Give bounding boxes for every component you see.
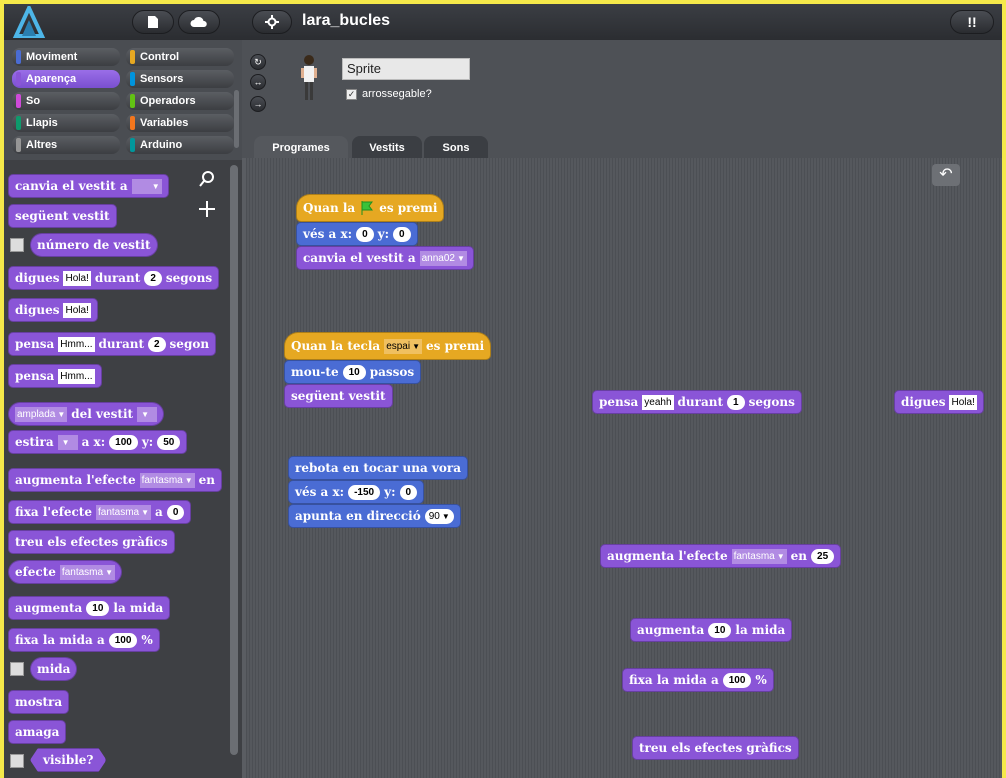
project-title: lara_bucles — [302, 12, 391, 29]
sprite-corral-header: ↻ ↔ → Sprite ✓ arrossegable? Programes V… — [242, 40, 1002, 158]
add-block-icon[interactable] — [198, 200, 216, 218]
block-effect-reporter[interactable]: efecte fantasma ▼ — [8, 560, 122, 584]
main-area: ↻ ↔ → Sprite ✓ arrossegable? Programes V… — [242, 40, 1002, 778]
app-window: lara_bucles !! Moviment Control Aparença… — [0, 0, 1006, 778]
arrow-right-icon: → — [253, 99, 263, 109]
category-arduino[interactable]: Arduino — [126, 136, 234, 154]
undo-icon: ↶ — [939, 166, 953, 183]
block-palette: canvia el vestit a ▼ següent vestit númer… — [4, 160, 242, 778]
block-when-flag-clicked[interactable]: Quan la es premi — [296, 194, 445, 222]
scripting-area[interactable]: ↶ Quan la es premi vés a x: 0 y: 0 canvia el… — [246, 158, 1002, 778]
block-change-effect[interactable]: augmenta l'efecte fantasma ▼ en 25 — [600, 544, 842, 568]
palette-scrollbar[interactable] — [230, 165, 238, 755]
stage-icon: !! — [967, 14, 977, 30]
snap-logo-icon[interactable] — [12, 6, 46, 38]
block-bounce-on-edge[interactable]: rebota en tocar una vora — [288, 456, 468, 480]
category-pen[interactable]: Llapis — [12, 114, 120, 132]
sprite-name-field[interactable]: Sprite — [342, 58, 470, 80]
block-think-for-secs[interactable]: pensa Hmm... durant 2 segon — [8, 332, 217, 356]
block-say[interactable]: digues Hola! — [8, 298, 98, 322]
cloud-icon — [190, 16, 207, 27]
tab-sounds[interactable]: Sons — [424, 136, 488, 158]
block-when-key-pressed[interactable]: Quan la tecla espai ▼ es premi — [284, 332, 492, 360]
left-right-icon: ↔ — [253, 77, 263, 87]
block-costume-attribute[interactable]: amplada ▼ del vestit ▼ — [8, 402, 165, 426]
category-operators[interactable]: Operadors — [126, 92, 234, 110]
category-looks[interactable]: Aparença — [12, 70, 120, 88]
block-stretch[interactable]: estira ▼ a x: 100 y: 50 — [8, 430, 188, 454]
category-control[interactable]: Control — [126, 48, 234, 66]
block-set-size[interactable]: fixa la mida a 100% — [622, 668, 774, 692]
tab-costumes[interactable]: Vestits — [352, 136, 422, 158]
stage-size-button[interactable]: !! — [950, 10, 994, 34]
block-set-size[interactable]: fixa la mida a 100% — [8, 628, 160, 652]
sprite-thumbnail — [301, 55, 317, 100]
category-variables[interactable]: Variables — [126, 114, 234, 132]
green-flag-icon — [361, 201, 374, 215]
category-sensing[interactable]: Sensors — [126, 70, 234, 88]
draggable-checkbox[interactable]: ✓ — [346, 89, 357, 100]
file-icon — [148, 16, 158, 28]
block-next-costume[interactable]: següent vestit — [284, 384, 393, 408]
cloud-menu-button[interactable] — [178, 10, 220, 34]
tab-scripts[interactable]: Programes — [254, 136, 348, 158]
block-change-size[interactable]: augmenta 10 la mida — [8, 596, 171, 620]
file-menu-button[interactable] — [132, 10, 174, 34]
watcher-checkbox[interactable] — [10, 754, 24, 768]
block-visible-predicate[interactable]: visible? — [30, 748, 106, 772]
category-selector: Moviment Control Aparença Sensors So Ope… — [4, 40, 242, 158]
rotate-icon: ↻ — [254, 57, 262, 67]
block-size-reporter[interactable]: mida — [30, 657, 78, 681]
block-go-to-xy[interactable]: vés a x: 0 y: 0 — [296, 222, 418, 246]
block-say[interactable]: digues Hola! — [894, 390, 984, 414]
rotation-style-none-button[interactable]: → — [250, 96, 266, 112]
settings-menu-button[interactable] — [252, 10, 292, 34]
category-scrollbar[interactable] — [234, 90, 239, 148]
watcher-checkbox[interactable] — [10, 238, 24, 252]
block-clear-effects[interactable]: treu els efectes gràfics — [8, 530, 175, 554]
block-change-effect[interactable]: augmenta l'efecte fantasma ▼ en — [8, 468, 223, 492]
block-show[interactable]: mostra — [8, 690, 70, 714]
category-other[interactable]: Altres — [12, 136, 120, 154]
search-icon[interactable] — [198, 170, 216, 188]
block-go-to-xy[interactable]: vés a x: -150 y: 0 — [288, 480, 425, 504]
block-hide[interactable]: amaga — [8, 720, 67, 744]
draggable-label: arrossegable? — [362, 88, 432, 100]
undo-button[interactable]: ↶ — [932, 164, 960, 186]
block-think[interactable]: pensa Hmm... — [8, 364, 102, 388]
rotation-style-lr-button[interactable]: ↔ — [250, 74, 266, 90]
block-switch-costume[interactable]: canvia el vestit a ▼ — [8, 174, 169, 198]
block-switch-costume[interactable]: canvia el vestit a anna02 ▼ — [296, 246, 474, 270]
category-motion[interactable]: Moviment — [12, 48, 120, 66]
block-point-in-direction[interactable]: apunta en direcció 90 ▼ — [288, 504, 461, 528]
top-bar: lara_bucles !! — [4, 4, 1002, 40]
rotation-style-any-button[interactable]: ↻ — [250, 54, 266, 70]
block-change-size[interactable]: augmenta 10 la mida — [630, 618, 793, 642]
block-move-steps[interactable]: mou-te 10 passos — [284, 360, 422, 384]
gear-icon — [265, 15, 279, 29]
watcher-checkbox[interactable] — [10, 662, 24, 676]
block-costume-number[interactable]: número de vestit — [30, 233, 158, 257]
block-say-for-secs[interactable]: digues Hola! durant 2 segons — [8, 266, 220, 290]
block-next-costume[interactable]: següent vestit — [8, 204, 117, 228]
category-sound[interactable]: So — [12, 92, 120, 110]
block-clear-effects[interactable]: treu els efectes gràfics — [632, 736, 799, 760]
block-think-for-secs[interactable]: pensa yeahh durant 1 segons — [592, 390, 802, 414]
block-set-effect[interactable]: fixa l'efecte fantasma ▼ a 0 — [8, 500, 192, 524]
palette-panel: Moviment Control Aparença Sensors So Ope… — [4, 40, 242, 778]
